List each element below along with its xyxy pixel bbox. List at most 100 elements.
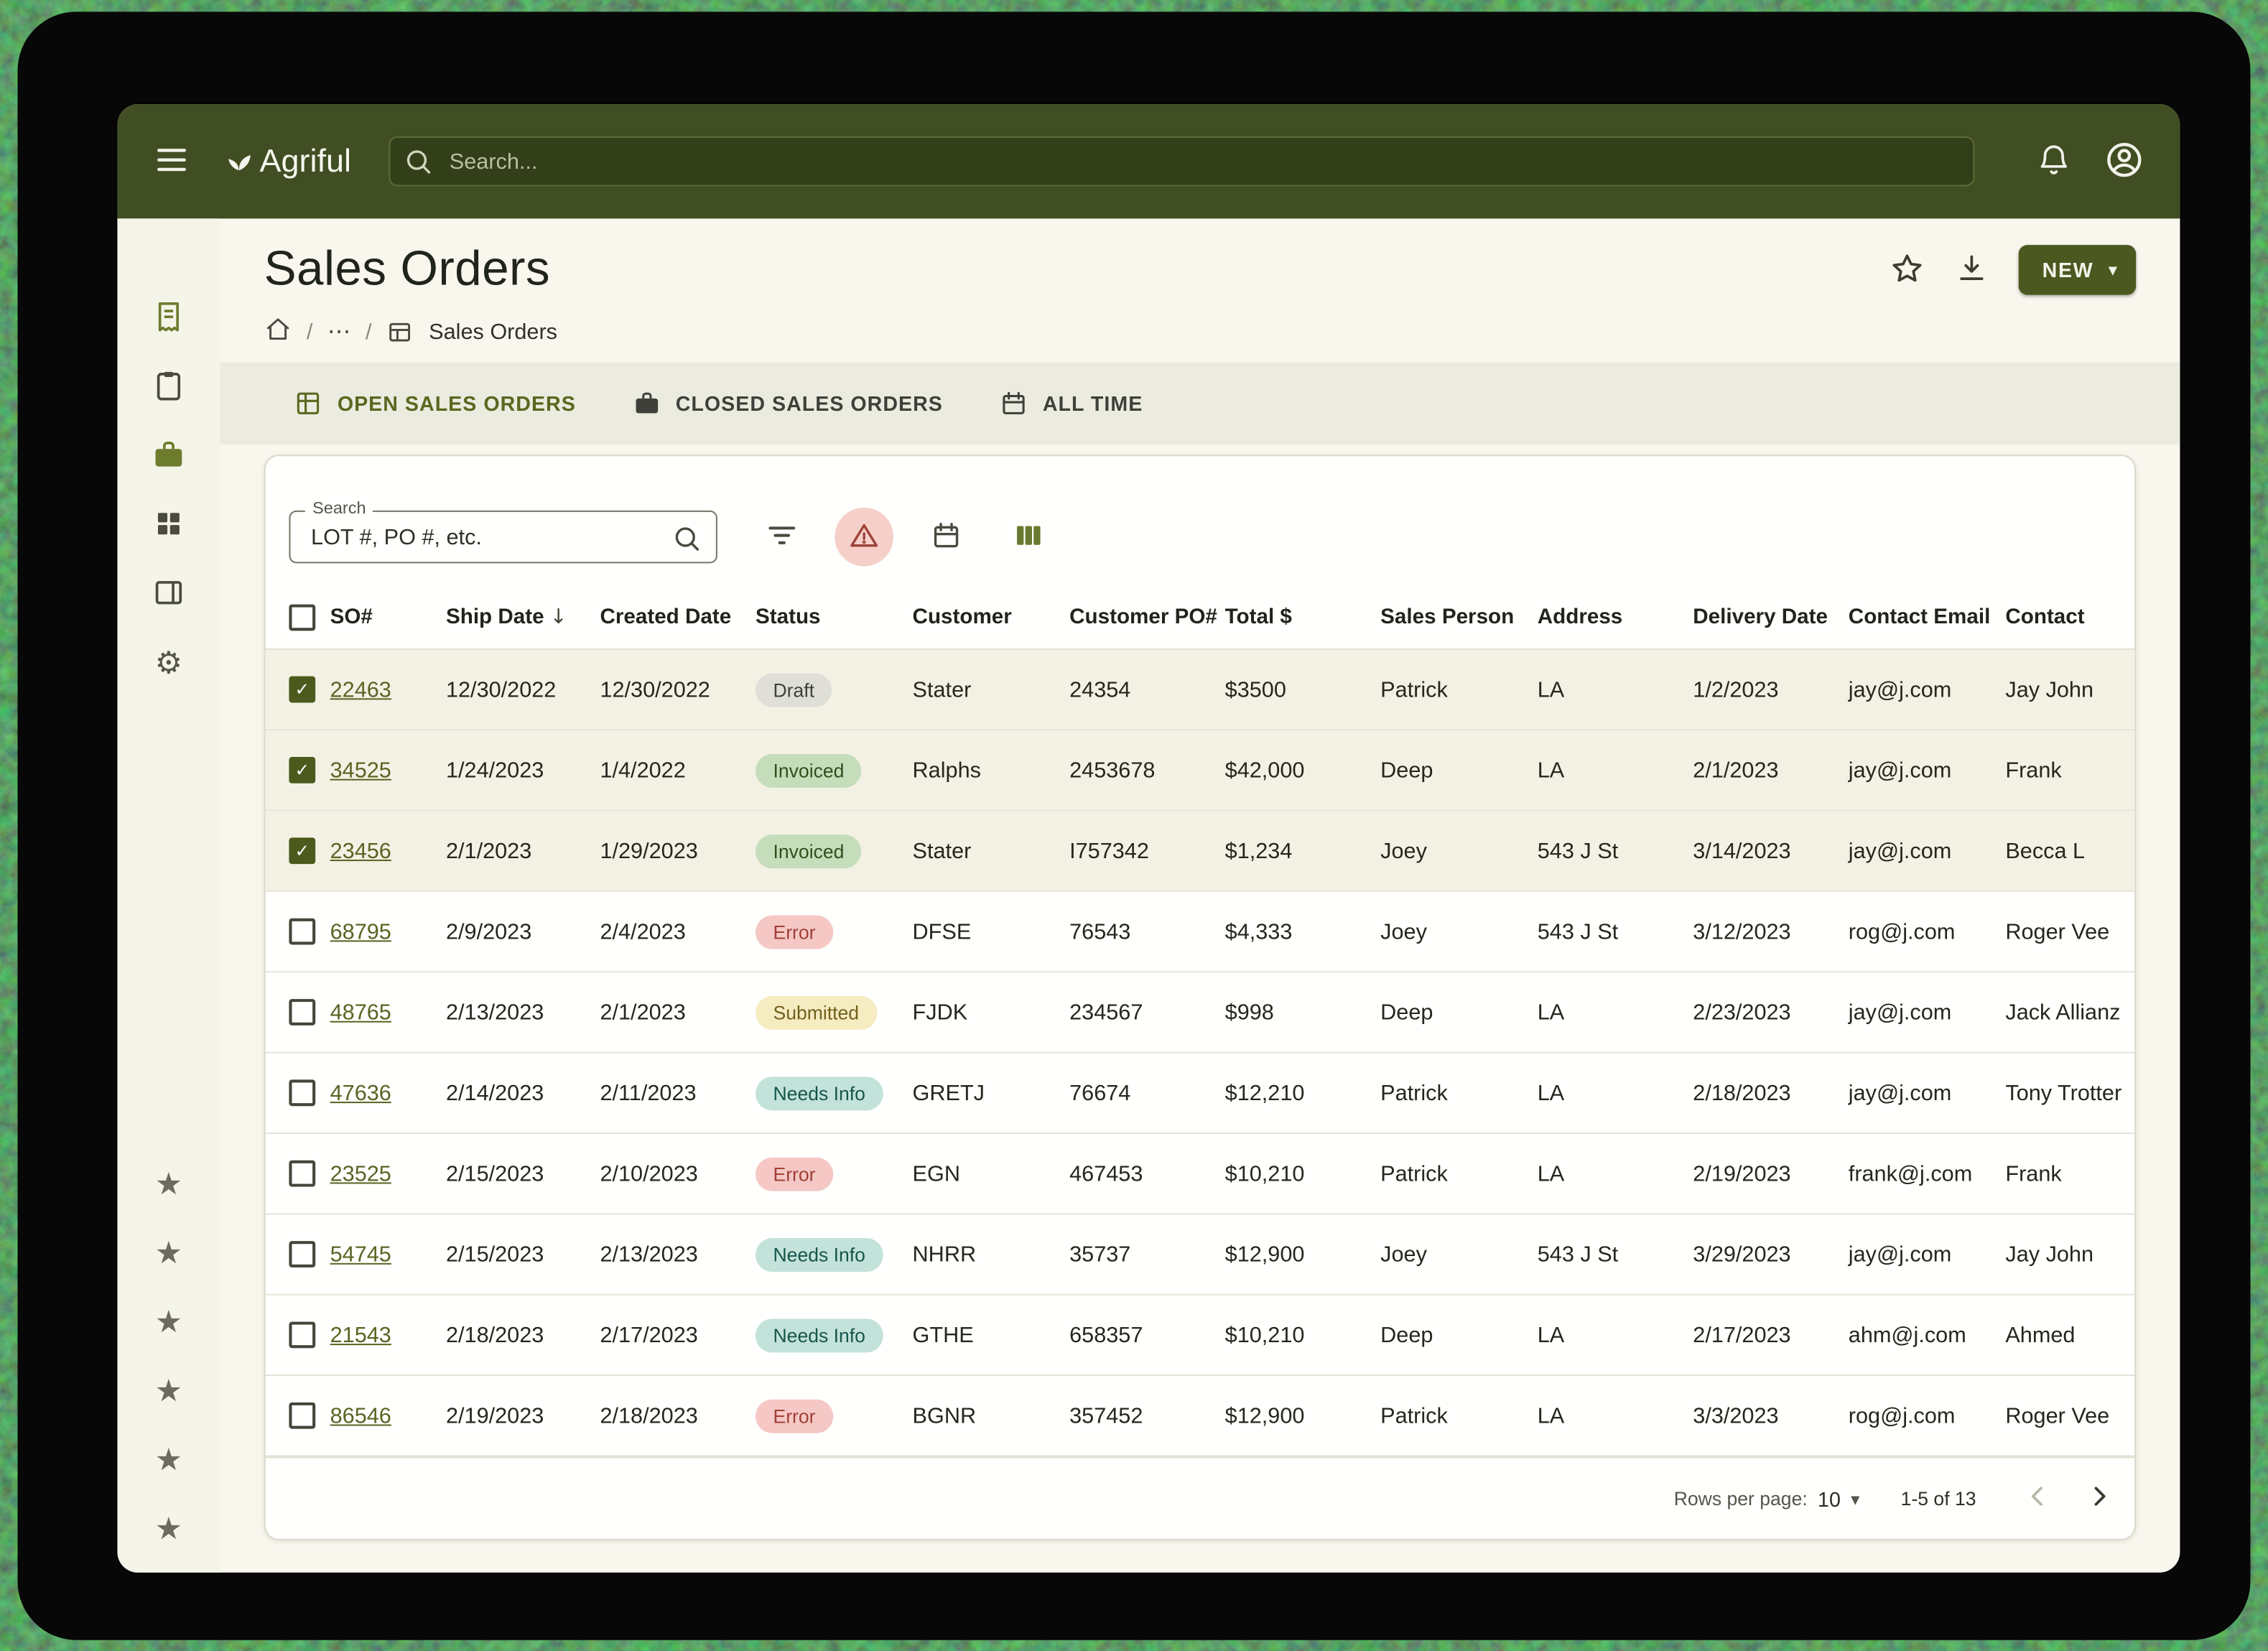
so-number-link[interactable]: 23456 [330, 838, 446, 863]
cell-total: $1,234 [1225, 838, 1381, 863]
cell-address: LA [1538, 1161, 1693, 1186]
column-header-contact-email[interactable]: Contact Email [1849, 605, 2006, 629]
table-row[interactable]: ✓ 21543 2/18/2023 2/17/2023 Needs Info G… [266, 1296, 2134, 1376]
status-badge: Invoiced [756, 834, 862, 868]
so-number-link[interactable]: 86546 [330, 1403, 446, 1428]
row-checkbox[interactable]: ✓ [289, 1079, 315, 1106]
row-checkbox[interactable]: ✓ [289, 1161, 315, 1187]
export-button[interactable] [1954, 250, 1989, 289]
cell-sales-person: Deep [1380, 1000, 1538, 1025]
previous-page-button[interactable] [2017, 1478, 2058, 1519]
cell-created-date: 1/29/2023 [600, 838, 756, 863]
cell-status: Invoiced [756, 753, 913, 787]
column-header-address[interactable]: Address [1538, 605, 1693, 629]
row-checkbox[interactable]: ✓ [289, 837, 315, 864]
column-header-so[interactable]: SO# [330, 605, 446, 629]
sidebar-item-views[interactable] [151, 577, 186, 612]
favorite-star-icon[interactable]: ★ [151, 1511, 186, 1546]
row-checkbox[interactable]: ✓ [289, 757, 315, 783]
row-checkbox[interactable]: ✓ [289, 1241, 315, 1268]
row-checkbox[interactable]: ✓ [289, 676, 315, 703]
cell-address: 543 J St [1538, 919, 1693, 944]
column-header-sales-person[interactable]: Sales Person [1380, 605, 1538, 629]
so-number-link[interactable]: 48765 [330, 1000, 446, 1025]
favorite-page-button[interactable] [1890, 250, 1925, 289]
cell-customer-po: I757342 [1069, 838, 1225, 863]
tab-closed-sales-orders[interactable]: CLOSED SALES ORDERS [631, 389, 942, 418]
date-range-button[interactable] [917, 508, 976, 567]
so-number-link[interactable]: 54745 [330, 1242, 446, 1267]
table-row[interactable]: ✓ 23525 2/15/2023 2/10/2023 Error EGN 46… [266, 1134, 2134, 1214]
search-icon [672, 524, 702, 560]
table-header-row: ✓ SO# Ship Date↓ Created Date Status Cus… [266, 585, 2134, 650]
sidebar-item-apps[interactable] [151, 508, 186, 543]
so-number-link[interactable]: 47636 [330, 1080, 446, 1105]
table-row[interactable]: ✓ 54745 2/15/2023 2/13/2023 Needs Info N… [266, 1214, 2134, 1295]
column-header-contact[interactable]: Contact [2005, 605, 2129, 629]
column-header-ship-date[interactable]: Ship Date↓ [446, 605, 600, 629]
sidebar-item-tasks[interactable] [151, 370, 186, 405]
so-number-link[interactable]: 23525 [330, 1161, 446, 1186]
table-row[interactable]: ✓ 86546 2/19/2023 2/18/2023 Error BGNR 3… [266, 1376, 2134, 1456]
so-number-link[interactable]: 21543 [330, 1322, 446, 1347]
tab-all-time[interactable]: ALL TIME [999, 389, 1143, 418]
table-row[interactable]: ✓ 23456 2/1/2023 1/29/2023 Invoiced Stat… [266, 811, 2134, 892]
filter-button[interactable] [753, 508, 812, 567]
favorite-star-icon[interactable]: ★ [151, 1442, 186, 1477]
cell-sales-person: Joey [1380, 838, 1538, 863]
row-checkbox[interactable]: ✓ [289, 999, 315, 1026]
table-row[interactable]: ✓ 68795 2/9/2023 2/4/2023 Error DFSE 765… [266, 892, 2134, 972]
tab-open-sales-orders[interactable]: OPEN SALES ORDERS [294, 389, 576, 418]
cell-customer-po: 234567 [1069, 1000, 1225, 1025]
table-row[interactable]: ✓ 47636 2/14/2023 2/11/2023 Needs Info G… [266, 1054, 2134, 1134]
rows-per-page-select[interactable]: Rows per page: 10 ▾ [1674, 1487, 1860, 1510]
column-header-customer-po[interactable]: Customer PO# [1069, 605, 1225, 629]
errors-filter-button[interactable] [835, 508, 893, 567]
cell-customer-po: 357452 [1069, 1403, 1225, 1428]
sidebar-item-receipts[interactable] [151, 301, 186, 336]
table-row[interactable]: ✓ 34525 1/24/2023 1/4/2022 Invoiced Ralp… [266, 730, 2134, 811]
account-button[interactable] [2104, 139, 2144, 184]
favorite-star-icon[interactable]: ★ [151, 1235, 186, 1270]
column-header-total[interactable]: Total $ [1225, 605, 1381, 629]
global-search-input[interactable] [389, 136, 1974, 186]
new-button[interactable]: NEW ▾ [2019, 245, 2136, 294]
row-checkbox[interactable]: ✓ [289, 1403, 315, 1429]
desktop-stage: Agriful [0, 0, 2268, 1651]
notifications-button[interactable] [2036, 141, 2071, 181]
cell-contact-email: jay@j.com [1849, 1080, 2006, 1105]
so-number-link[interactable]: 34525 [330, 758, 446, 783]
cell-sales-person: Patrick [1380, 1161, 1538, 1186]
sidebar-item-settings[interactable]: ⚙ [151, 646, 186, 681]
column-header-created-date[interactable]: Created Date [600, 605, 756, 629]
cell-customer: Ralphs [913, 758, 1070, 783]
cell-created-date: 2/18/2023 [600, 1403, 756, 1428]
columns-button[interactable] [999, 508, 1058, 567]
table-row[interactable]: ✓ 22463 12/30/2022 12/30/2022 Draft Stat… [266, 650, 2134, 730]
table-search-input[interactable] [290, 512, 715, 562]
favorite-star-icon[interactable]: ★ [151, 1304, 186, 1339]
favorite-star-icon[interactable]: ★ [151, 1373, 186, 1408]
breadcrumb-home-button[interactable] [264, 315, 292, 348]
menu-button[interactable] [152, 140, 190, 182]
column-header-status[interactable]: Status [756, 605, 913, 629]
sidebar-item-inventory[interactable] [151, 439, 186, 474]
select-all-checkbox[interactable]: ✓ [289, 604, 315, 631]
column-header-customer[interactable]: Customer [913, 605, 1070, 629]
table-row[interactable]: ✓ 48765 2/13/2023 2/1/2023 Submitted FJD… [266, 972, 2134, 1053]
so-number-link[interactable]: 68795 [330, 919, 446, 944]
next-page-button[interactable] [2079, 1478, 2120, 1519]
cell-customer-po: 658357 [1069, 1322, 1225, 1347]
favorite-star-icon[interactable]: ★ [151, 1166, 186, 1201]
cell-customer: GTHE [913, 1322, 1070, 1347]
breadcrumb-collapsed-button[interactable]: ⋯ [327, 320, 351, 343]
cell-ship-date: 2/19/2023 [446, 1403, 600, 1428]
row-checkbox[interactable]: ✓ [289, 918, 315, 945]
cell-created-date: 2/1/2023 [600, 1000, 756, 1025]
cell-customer: Stater [913, 838, 1070, 863]
tabstrip: OPEN SALES ORDERS CLOSED SALES ORDERS AL… [220, 363, 2180, 445]
so-number-link[interactable]: 22463 [330, 677, 446, 702]
page-actions: NEW ▾ [1890, 239, 2136, 295]
column-header-delivery-date[interactable]: Delivery Date [1693, 605, 1849, 629]
row-checkbox[interactable]: ✓ [289, 1321, 315, 1348]
